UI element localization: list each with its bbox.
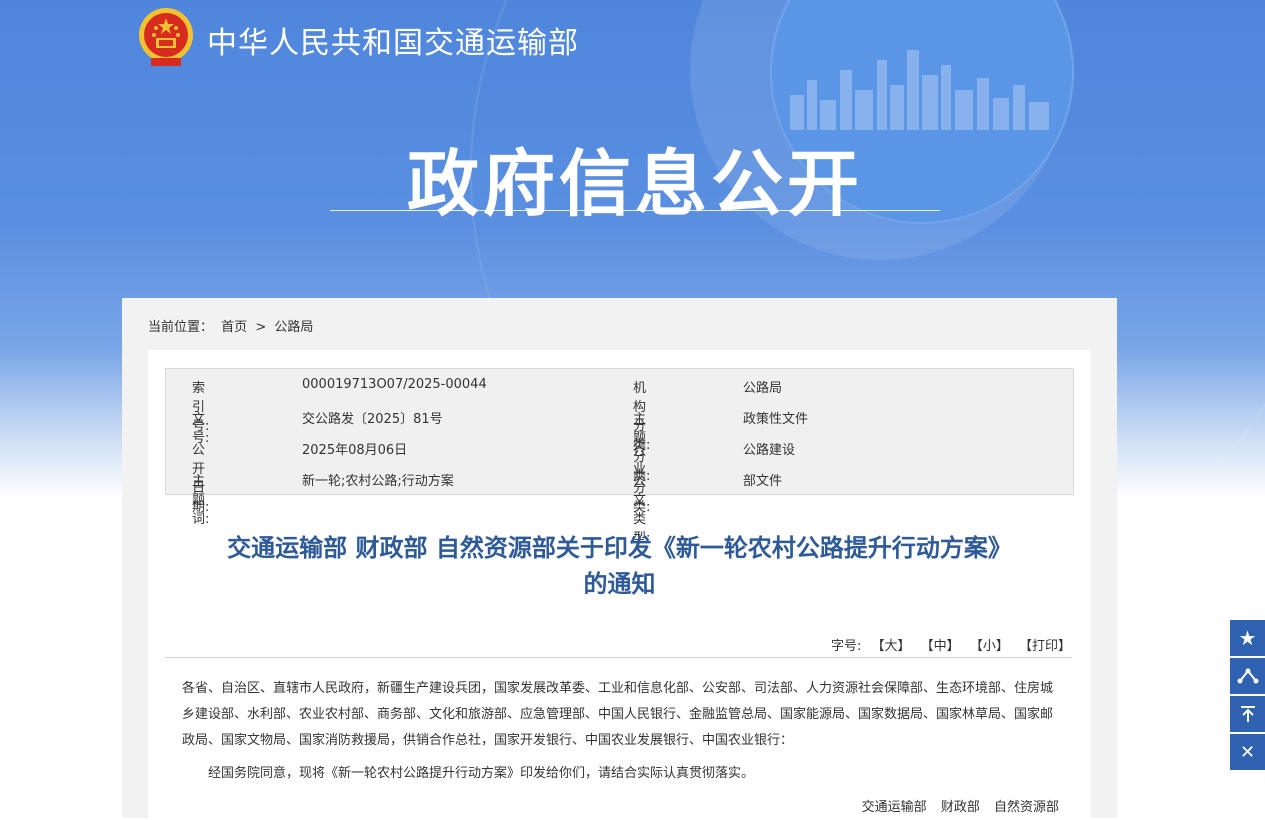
national-emblem-logo [139,8,193,66]
signatories: 交通运输部 财政部 自然资源部 [852,796,1059,815]
content-panel: 当前位置： 首页 > 公路局 索引号: 000019713O07/2025-00… [122,298,1117,820]
body-paragraph: 经国务院同意，现将《新一轮农村公路提升行动方案》印发给你们，请结合实际认真贯彻落… [208,766,755,781]
metadata-label: 主题词: [192,474,210,527]
font-medium-button[interactable]: 【中】 [921,639,960,654]
star-icon: ★ [1238,626,1257,650]
font-large-button[interactable]: 【大】 [872,639,911,654]
back-to-top-button[interactable] [1230,696,1265,732]
signatory: 交通运输部 [861,800,927,815]
city-skyline-illustration [790,50,1049,130]
close-button[interactable]: ✕ [1230,734,1265,770]
back-to-top-icon [1240,706,1255,722]
close-icon: ✕ [1239,741,1256,763]
metadata-value: 新一轮;农村公路;行动方案 [302,474,454,489]
breadcrumb-home-link[interactable]: 首页 [221,320,247,335]
document-title: 交通运输部 财政部 自然资源部关于印发《新一轮农村公路提升行动方案》 的通知 [168,530,1071,602]
article-container: 索引号: 000019713O07/2025-00044 机构分类: 公路局 文… [148,350,1091,820]
hero-title: 政府信息公开 [406,142,863,226]
share-button[interactable] [1230,658,1265,694]
metadata-value: 公路局 [743,381,783,396]
print-button[interactable]: 【打印】 [1019,639,1071,654]
document-title-line: 的通知 [583,570,656,598]
divider [165,657,1072,658]
metadata-value: 部文件 [743,474,783,489]
breadcrumb-current-link[interactable]: 公路局 [274,320,313,335]
font-size-label: 字号: [830,639,862,654]
breadcrumb: 当前位置： 首页 > 公路局 [148,316,317,335]
favorite-button[interactable]: ★ [1230,620,1265,656]
document-metadata-table: 索引号: 000019713O07/2025-00044 机构分类: 公路局 文… [165,368,1074,546]
metadata-value: 000019713O07/2025-00044 [302,377,487,392]
document-title-line: 交通运输部 财政部 自然资源部关于印发《新一轮农村公路提升行动方案》 [227,534,1012,562]
font-size-controls: 字号: 【大】 【中】 【小】 【打印】 [825,635,1071,654]
hero-underline [330,210,940,211]
recipients-text: 各省、自治区、直辖市人民政府，新疆生产建设兵团，国家发展改革委、工业和信息化部、… [182,681,1054,748]
signatory: 自然资源部 [993,800,1059,815]
breadcrumb-separator: > [255,320,267,335]
metadata-value: 2025年08月06日 [302,443,408,458]
metadata-value: 政策性文件 [743,412,809,427]
breadcrumb-prefix: 当前位置： [148,320,214,335]
site-title[interactable]: 中华人民共和国交通运输部 [207,18,579,62]
metadata-value: 交公路发〔2025〕81号 [302,412,443,427]
floating-toolbar: ★ ✕ [1230,620,1265,772]
metadata-value: 公路建设 [743,443,796,458]
share-icon [1237,668,1258,684]
font-small-button[interactable]: 【小】 [970,639,1009,654]
signatory: 财政部 [940,800,980,815]
